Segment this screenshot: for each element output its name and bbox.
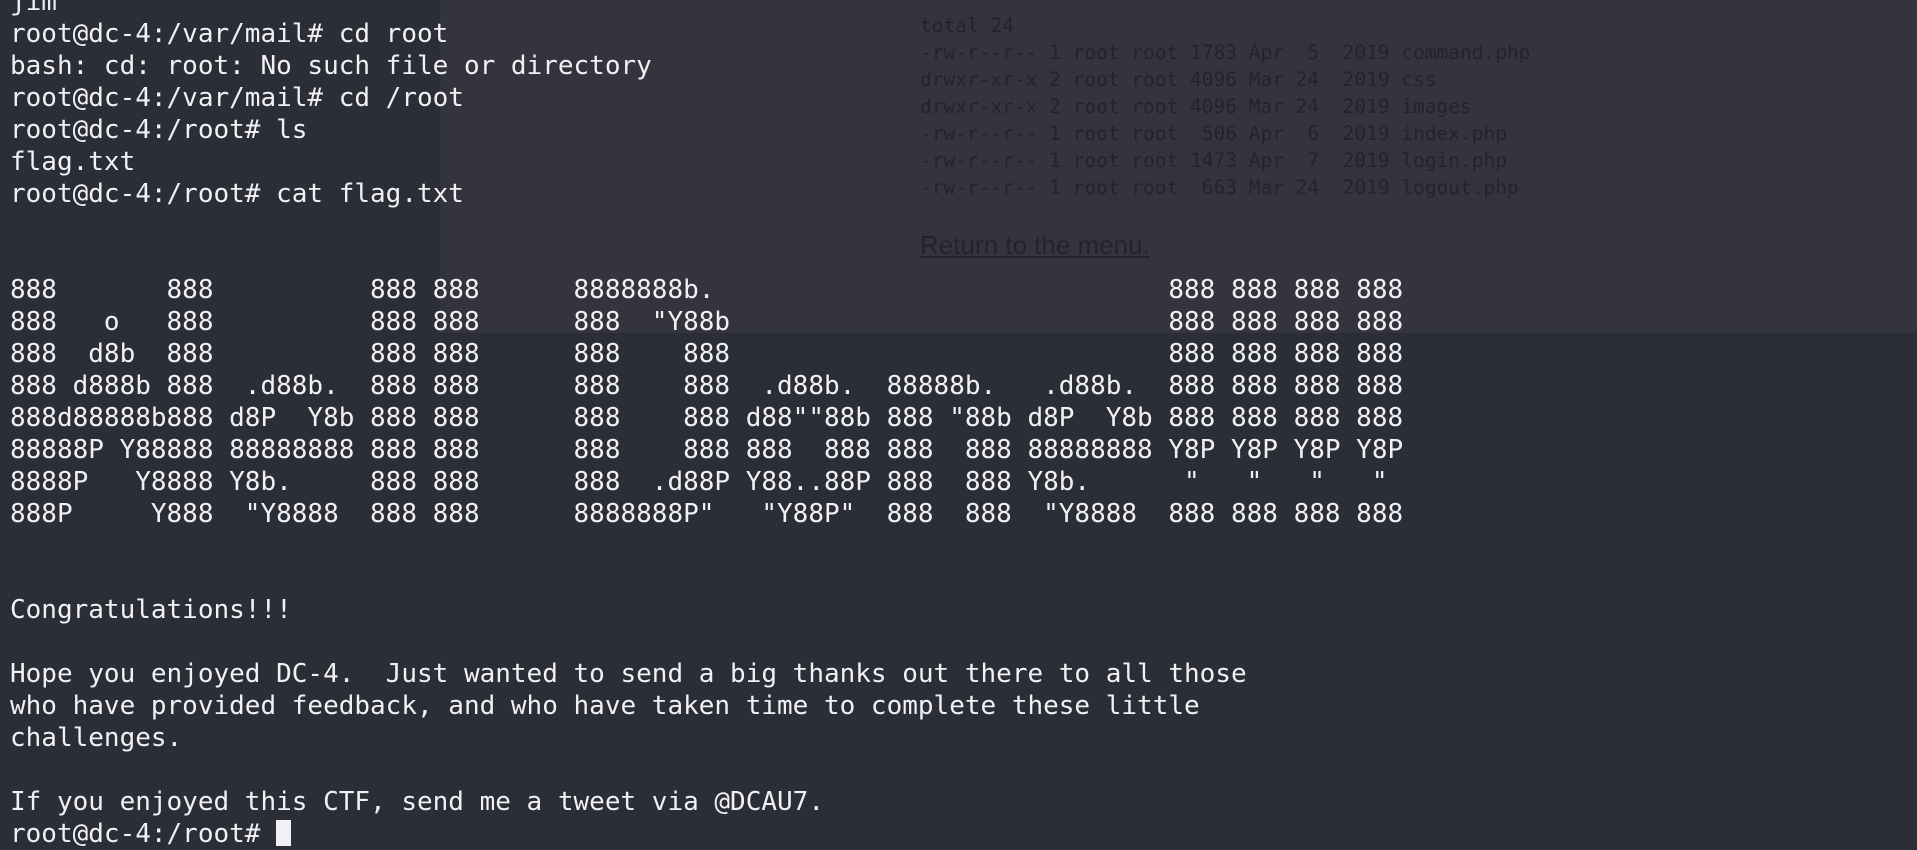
terminal-line: 888 d8b 888 888 888 888 888 888 888 888 … <box>10 339 1404 369</box>
terminal-line: 888d88888b888 d8P Y8b 888 888 888 888 d8… <box>10 403 1404 433</box>
terminal-line: If you enjoyed this CTF, send me a tweet… <box>10 787 824 817</box>
terminal-line: bash: cd: root: No such file or director… <box>10 51 652 81</box>
terminal-line: Hope you enjoyed DC-4. Just wanted to se… <box>10 659 1247 689</box>
terminal-line: challenges. <box>10 723 183 753</box>
terminal-prompt-line[interactable]: root@dc-4:/root# <box>10 818 1403 850</box>
terminal-line: root@dc-4:/var/mail# cd root <box>10 19 449 49</box>
terminal-line: 888P Y888 "Y8888 888 888 8888888P" "Y88P… <box>10 499 1404 529</box>
terminal-line: who have provided feedback, and who have… <box>10 691 1200 721</box>
text-cursor <box>276 820 292 846</box>
terminal-line: flag.txt <box>10 147 136 177</box>
terminal-line: root@dc-4:/root# cat flag.txt <box>10 179 464 209</box>
terminal-line: 888 888 888 888 8888888b. 888 888 888 88… <box>10 275 1404 305</box>
terminal-line: jim <box>10 0 57 17</box>
terminal-line: root@dc-4:/root# ls <box>10 115 308 145</box>
shell-prompt: root@dc-4:/root# <box>10 819 277 849</box>
terminal-line: root@dc-4:/var/mail# cd /root <box>10 83 464 113</box>
terminal-line: Congratulations!!! <box>10 595 292 625</box>
terminal-output: jim root@dc-4:/var/mail# cd root bash: cd:… <box>10 0 1403 850</box>
terminal-line: 88888P Y88888 88888888 888 888 888 888 8… <box>10 435 1404 465</box>
terminal-line: 8888P Y8888 Y8b. 888 888 888 .d88P Y88..… <box>10 467 1388 497</box>
terminal-window[interactable]: total 24 -rw-r--r-- 1 root root 1783 Apr … <box>0 0 1917 850</box>
terminal-line: 888 o 888 888 888 888 "Y88b 888 888 888 … <box>10 307 1404 337</box>
terminal-line: 888 d888b 888 .d88b. 888 888 888 888 .d8… <box>10 371 1404 401</box>
